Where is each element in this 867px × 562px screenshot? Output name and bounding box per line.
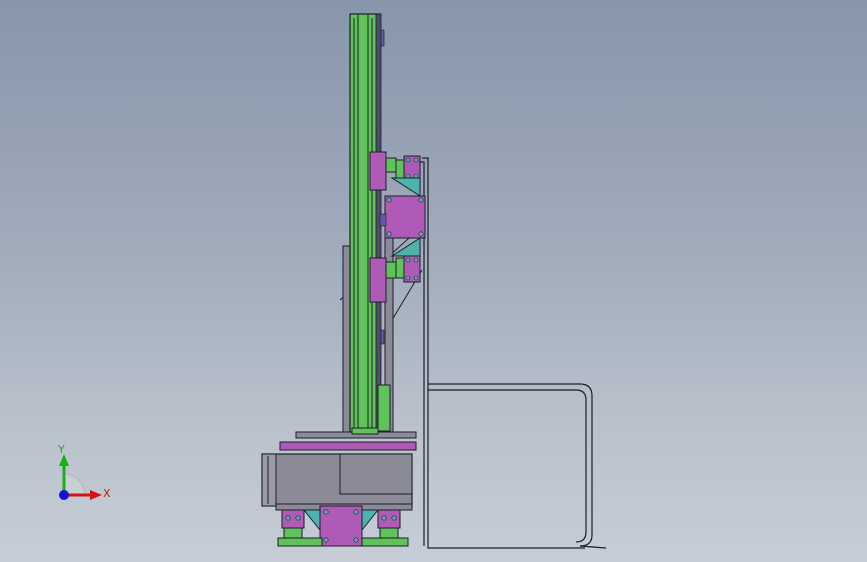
cad-viewport[interactable]: Y X (0, 0, 867, 562)
rotary-base-housing[interactable] (261, 453, 413, 511)
orientation-triad: Y X (40, 440, 120, 510)
x-axis-label: X (103, 487, 111, 500)
y-axis-label: Y (58, 443, 65, 456)
robot-model-side-view[interactable] (0, 0, 867, 562)
